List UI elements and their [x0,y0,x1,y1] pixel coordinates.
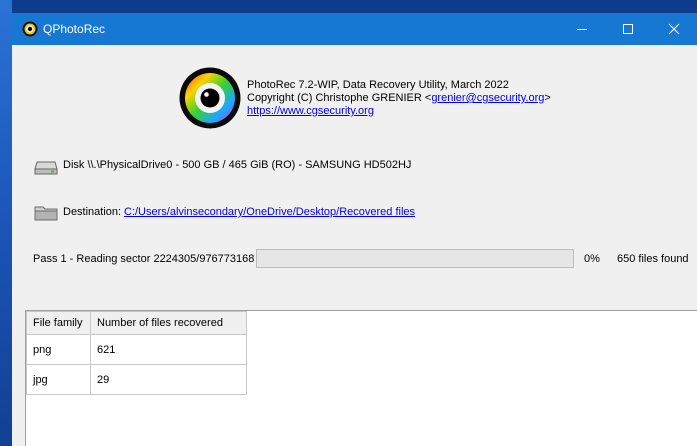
cell-file-family: jpg [26,364,91,395]
copyright-prefix: Copyright (C) Christophe GRENIER < [247,92,432,104]
copyright-line: Copyright (C) Christophe GRENIER <grenie… [247,92,551,105]
copyright-suffix: > [544,92,551,104]
close-button[interactable] [651,13,697,45]
files-found-count: 650 files found [617,253,689,265]
photorec-logo-icon [179,67,241,129]
app-window: QPhotoRec PhotoRec 7.2-WIP, Data Recover… [12,13,697,446]
cell-files-recovered: 29 [90,364,247,395]
close-icon [668,23,680,35]
about-info: PhotoRec 7.2-WIP, Data Recovery Utility,… [247,79,551,118]
progress-percent: 0% [584,253,600,265]
email-link[interactable]: grenier@cgsecurity.org [431,92,544,104]
maximize-button[interactable] [605,13,651,45]
window-title: QPhotoRec [43,22,106,36]
table-row[interactable]: jpg 29 [26,364,247,395]
progress-bar [256,249,574,268]
pass-status-text: Pass 1 - Reading sector 2224305/97677316… [33,253,255,265]
destination-label: Destination: [63,206,122,218]
table-row[interactable]: png 621 [26,334,247,365]
hard-disk-icon [34,161,58,175]
results-table: File family Number of files recovered pn… [26,311,247,395]
cell-files-recovered: 621 [90,334,247,365]
results-table-area[interactable]: File family Number of files recovered pn… [25,310,697,446]
folder-icon [34,206,58,221]
minimize-icon [577,29,587,30]
table-header-row: File family Number of files recovered [26,311,247,335]
cell-file-family: png [26,334,91,365]
minimize-button[interactable] [559,13,605,45]
destination-path-link[interactable]: C:/Users/alvinsecondary/OneDrive/Desktop… [124,206,415,218]
disk-label: Disk \\.\PhysicalDrive0 - 500 GB / 465 G… [63,159,412,171]
column-header-files-recovered[interactable]: Number of files recovered [90,311,247,335]
photorec-app-icon [22,21,38,37]
desktop-background [0,0,12,446]
website-link[interactable]: https://www.cgsecurity.org [247,105,374,117]
version-line: PhotoRec 7.2-WIP, Data Recovery Utility,… [247,79,509,91]
title-bar[interactable]: QPhotoRec [12,13,697,45]
column-header-file-family[interactable]: File family [26,311,91,335]
maximize-icon [623,24,633,34]
